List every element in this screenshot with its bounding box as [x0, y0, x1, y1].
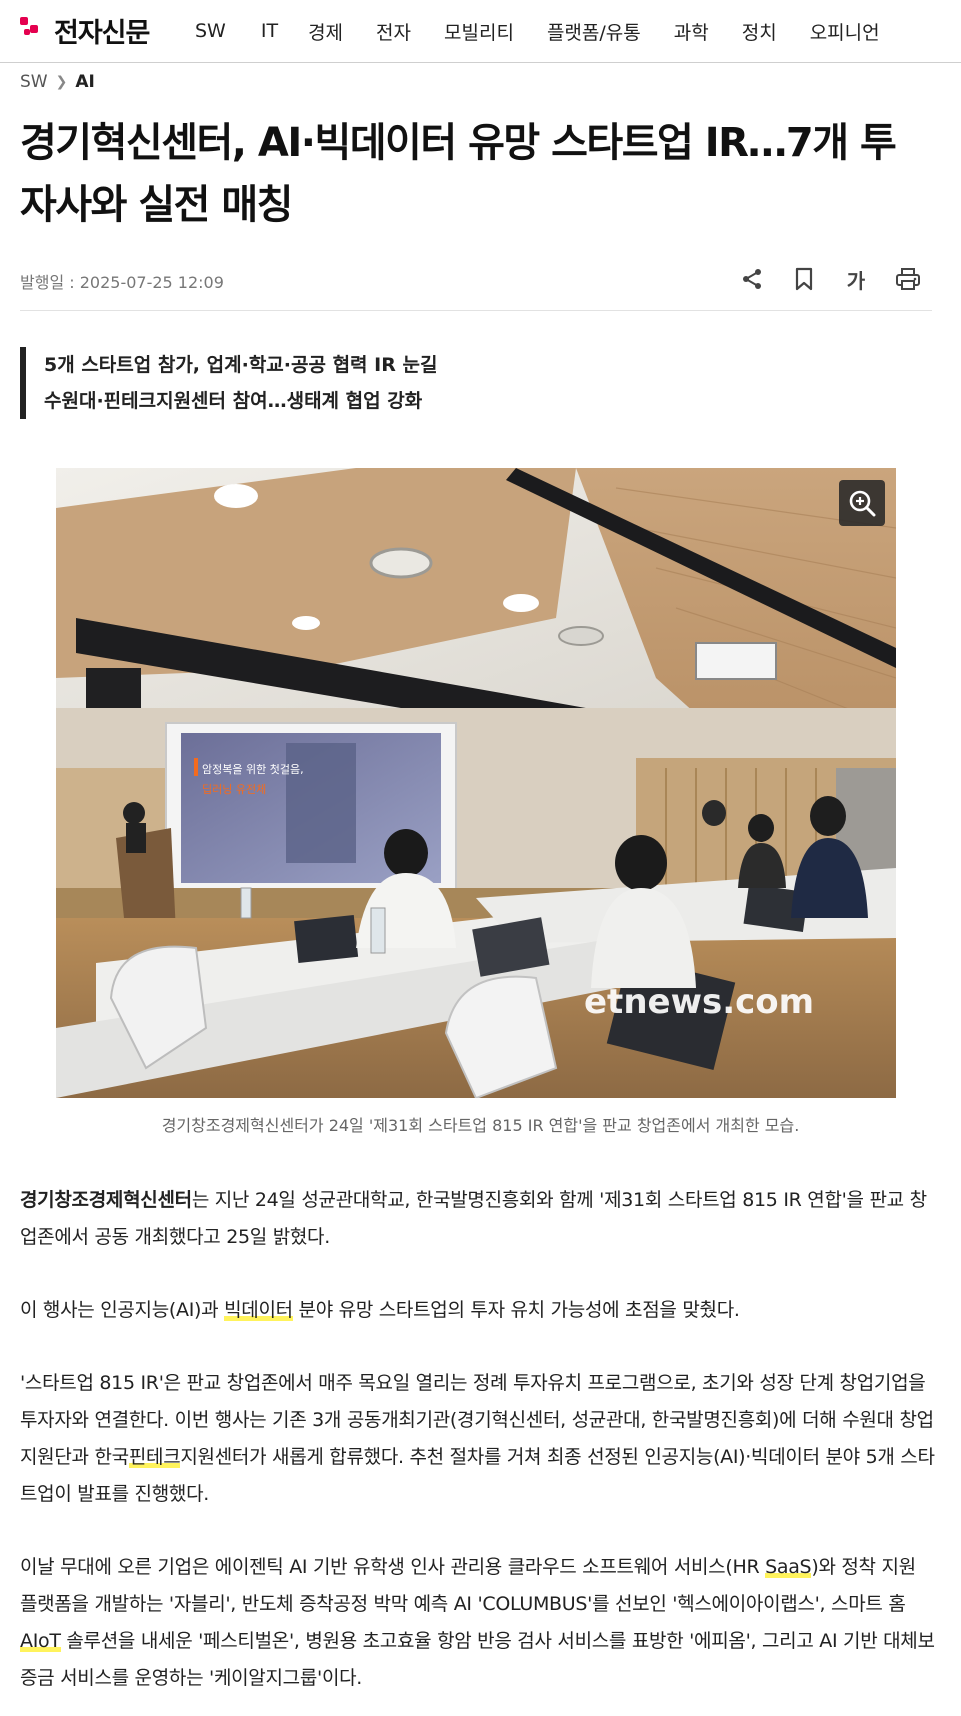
article-page: 전자신문 SW IT 경제 전자 모빌리티 플랫폼/유통 과학 정치 오피니언 … — [0, 0, 961, 1716]
nav-item-science[interactable]: 과학 — [674, 18, 709, 45]
keyword-link-fintech[interactable]: 핀테크 — [128, 1446, 181, 1468]
zoom-in-icon[interactable] — [839, 480, 885, 526]
article-summary: 5개 스타트업 참가, 업계·학교·공공 협력 IR 눈길 수원대·핀테크지원센… — [20, 347, 437, 419]
breadcrumb: SW ❯ AI — [20, 72, 95, 92]
nav-item-politics[interactable]: 정치 — [742, 18, 777, 45]
body-paragraph-2: 이 행사는 인공지능(AI)과 빅데이터 분야 유망 스타트업의 투자 유치 가… — [20, 1299, 740, 1321]
nav-item-electronics[interactable]: 전자 — [376, 18, 411, 45]
chevron-right-icon: ❯ — [55, 74, 68, 90]
photo-caption: 경기창조경제혁신센터가 24일 '제31회 스타트업 815 IR 연합'을 판… — [161, 1116, 800, 1135]
summary-line-1: 5개 스타트업 참가, 업계·학교·공공 협력 IR 눈길 — [44, 354, 438, 376]
nav-item-mobility[interactable]: 모빌리티 — [444, 18, 514, 45]
print-icon[interactable] — [895, 266, 921, 292]
header-divider — [20, 310, 932, 311]
photo-watermark: etnews.com — [584, 982, 814, 1022]
slide-text-2: 딥러닝 유전체 — [202, 783, 266, 796]
site-header: 전자신문 SW IT 경제 전자 모빌리티 플랫폼/유통 과학 정치 오피니언 — [0, 0, 961, 63]
nav-item-economy[interactable]: 경제 — [308, 18, 343, 45]
breadcrumb-section[interactable]: SW — [20, 72, 48, 92]
keyword-link-aiot[interactable]: AIoT — [20, 1630, 61, 1652]
logo-text: 전자신문 — [54, 17, 150, 49]
publish-date: 발행일 : 2025-07-25 12:09 — [20, 273, 224, 292]
article-body: 경기창조경제혁신센터는 지난 24일 성균관대학교, 한국발명진흥회와 함께 '… — [20, 1182, 938, 1716]
keyword-link-bigdata[interactable]: 빅데이터 — [224, 1299, 293, 1321]
summary-line-2: 수원대·핀테크지원센터 참여…생태계 협업 강화 — [44, 390, 423, 412]
article-title: 경기혁신센터, AI·빅데이터 유망 스타트업 IR…7개 투자사와 실전 매칭 — [20, 120, 897, 228]
bookmark-icon[interactable] — [791, 266, 817, 292]
nav-item-opinion[interactable]: 오피니언 — [810, 18, 880, 45]
breadcrumb-current[interactable]: AI — [75, 72, 94, 92]
nav-item-sw[interactable]: SW — [195, 20, 226, 42]
company-name: 경기창조경제혁신센터 — [20, 1189, 192, 1211]
article-photo[interactable]: 암정복을 위한 첫걸음, 딥러닝 유전체 etnews.com — [56, 468, 896, 1098]
share-icon[interactable] — [739, 266, 765, 292]
nav-item-it[interactable]: IT — [261, 20, 278, 42]
site-logo[interactable]: 전자신문 — [18, 12, 150, 49]
font-size-button[interactable]: 가 — [843, 266, 869, 293]
slide-text-1: 암정복을 위한 첫걸음, — [202, 763, 304, 776]
logo-mark-icon — [18, 15, 48, 45]
article-tools: 가 — [739, 266, 921, 293]
nav-item-platform[interactable]: 플랫폼/유통 — [547, 18, 641, 45]
body-paragraph-4: 이날 무대에 오른 기업은 에이젠틱 AI 기반 유학생 인사 관리용 클라우드… — [20, 1556, 935, 1689]
keyword-link-saas[interactable]: SaaS — [765, 1556, 812, 1578]
main-nav: SW IT 경제 전자 모빌리티 플랫폼/유통 과학 정치 오피니언 — [195, 0, 880, 62]
body-paragraph-3: '스타트업 815 IR'은 판교 창업존에서 매주 목요일 열리는 정례 투자… — [20, 1372, 935, 1505]
body-paragraph-1: 경기창조경제혁신센터는 지난 24일 성균관대학교, 한국발명진흥회와 함께 '… — [20, 1189, 927, 1248]
